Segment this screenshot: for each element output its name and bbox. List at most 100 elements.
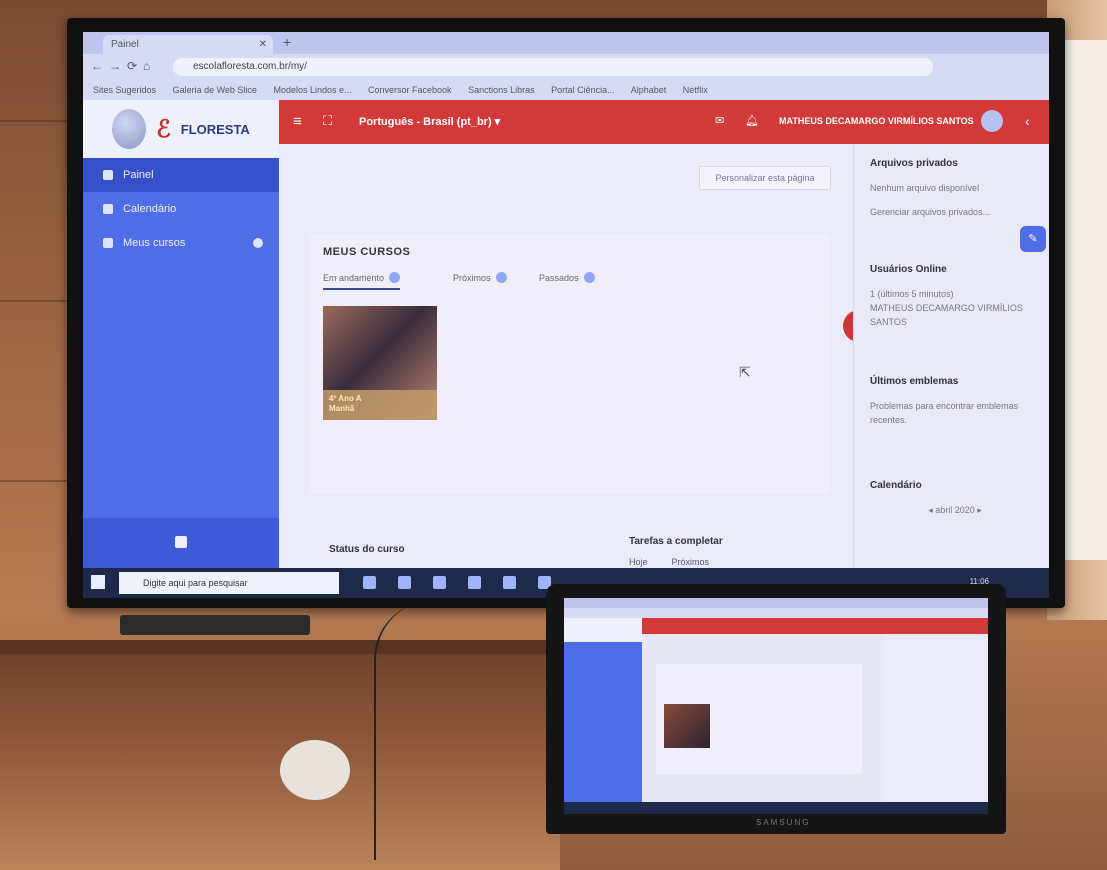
sidebar-item-label: Painel xyxy=(123,169,154,181)
tab-label: Próximos xyxy=(453,272,491,283)
sidebar: ℰ FLORESTA Painel Calendário Meus cursos xyxy=(83,100,279,568)
calendar-month-nav[interactable]: ◂ abril 2020 ▸ xyxy=(870,503,1040,517)
task-view-icon[interactable] xyxy=(363,576,376,589)
nav-buttons-icon[interactable]: ←→⟳⌂ xyxy=(91,59,156,73)
tasks-title: Tarefas a completar xyxy=(629,536,723,547)
bookmark-item[interactable]: Conversor Facebook xyxy=(368,85,452,95)
tab-title: Painel xyxy=(111,39,139,50)
tab-hoje[interactable]: Hoje xyxy=(629,557,648,567)
tab-proximos[interactable]: Próximos xyxy=(453,272,507,283)
menu-icon[interactable]: ≡ xyxy=(293,113,302,130)
messages-icon[interactable]: ✉ xyxy=(715,114,724,127)
top-navbar: ≡ ⛶ Português - Brasil (pt_br) ▾ ✉ 🔔︎ MA… xyxy=(279,100,1049,144)
sidebar-item-calendario[interactable]: Calendário xyxy=(83,192,279,226)
url-field[interactable]: escolafloresta.com.br/my/ xyxy=(173,58,933,76)
hdmi-cable xyxy=(374,600,466,860)
calendar-icon xyxy=(103,204,113,214)
count-badge xyxy=(389,272,401,283)
laptop-screen xyxy=(564,598,988,814)
bookmarks-bar: Sites Sugeridos Galeria de Web Slice Mod… xyxy=(83,80,1049,100)
desk-fan xyxy=(280,740,350,800)
bookmark-item[interactable]: Portal Ciência... xyxy=(551,85,615,95)
mascot-icon xyxy=(112,109,147,149)
tab-proximos-tarefas[interactable]: Próximos xyxy=(672,557,710,567)
block-title: Arquivos privados xyxy=(870,158,958,169)
block-text: 1 (últimos 5 minutos) xyxy=(870,289,954,299)
dock-icon[interactable] xyxy=(175,536,187,548)
block-text: Nenhum arquivo disponível xyxy=(870,183,980,193)
mouse-cursor-icon: ⇱ xyxy=(739,364,751,380)
bookmark-item[interactable]: Galeria de Web Slice xyxy=(173,85,257,95)
customize-page-button[interactable]: Personalizar esta página xyxy=(699,166,831,190)
bookmark-item[interactable]: Sites Sugeridos xyxy=(93,85,156,95)
laptop-logo xyxy=(564,618,642,642)
course-card[interactable]: 4º Ano A Manhã xyxy=(323,306,437,420)
logo-text: FLORESTA xyxy=(180,121,250,137)
sidebar-item-painel[interactable]: Painel xyxy=(83,158,279,192)
count-badge xyxy=(583,272,595,283)
edge-icon[interactable] xyxy=(398,576,411,589)
browser-tab[interactable]: Painel ✕ xyxy=(103,35,273,54)
manage-files-link[interactable]: Gerenciar arquivos privados... xyxy=(870,205,990,219)
new-tab-icon[interactable]: + xyxy=(283,34,291,50)
browser-tab-bar: Painel ✕ + xyxy=(83,32,1049,54)
laptop-address-bar xyxy=(564,608,988,618)
bookmark-item[interactable]: Netflix xyxy=(683,85,708,95)
taskbar-search-input[interactable]: Digite aqui para pesquisar xyxy=(119,572,339,594)
block-text: Problemas para encontrar emblemas recent… xyxy=(870,401,1019,425)
section-title: MEUS CURSOS xyxy=(323,246,411,258)
latest-badges-block: Últimos emblemas Problemas para encontra… xyxy=(870,376,1040,427)
tab-em-andamento[interactable]: Em andamento xyxy=(323,272,401,290)
user-name[interactable]: MATHEUS DECAMARGO VIRMÍLIOS SANTOS xyxy=(779,116,974,126)
store-icon[interactable] xyxy=(468,576,481,589)
count-badge xyxy=(495,272,507,283)
fullscreen-icon[interactable]: ⛶ xyxy=(323,113,332,129)
main-content: Personalizar esta página MEUS CURSOS Em … xyxy=(279,144,853,568)
bookmark-item[interactable]: Alphabet xyxy=(631,85,667,95)
chat-icon[interactable]: ✎ xyxy=(1020,226,1046,252)
windows-start-icon[interactable] xyxy=(91,575,105,589)
language-menu[interactable]: Português - Brasil (pt_br) ▾ xyxy=(359,115,500,128)
chrome-icon[interactable] xyxy=(503,576,516,589)
block-title: Usuários Online xyxy=(870,264,947,275)
laptop-right-panel xyxy=(884,634,988,804)
course-status-title: Status do curso xyxy=(329,544,405,555)
online-user-link[interactable]: MATHEUS DECAMARGO VIRMÍLIOS SANTOS xyxy=(870,301,1040,329)
tv-remote xyxy=(120,615,310,635)
bookmark-item[interactable]: Modelos Lindos e... xyxy=(273,85,351,95)
private-files-block: Arquivos privados Nenhum arquivo disponí… xyxy=(870,158,990,219)
taskbar-app-icons xyxy=(363,576,551,589)
dashboard-icon xyxy=(103,170,113,180)
chevron-left-icon[interactable]: ‹ xyxy=(1025,113,1030,129)
laptop-course-thumbnail xyxy=(664,704,710,748)
bookmark-item[interactable]: Sanctions Libras xyxy=(468,85,535,95)
file-explorer-icon[interactable] xyxy=(433,576,446,589)
laptop: SAMSUNG xyxy=(546,584,1006,834)
course-tabs: Em andamento Próximos Passados xyxy=(323,272,823,296)
expand-icon[interactable] xyxy=(253,238,263,248)
logo-mark-icon: ℰ xyxy=(156,115,171,143)
close-icon[interactable]: ✕ xyxy=(259,35,267,54)
bell-icon[interactable]: 🔔︎ xyxy=(745,114,759,127)
school-logo[interactable]: ℰ FLORESTA xyxy=(83,100,279,158)
laptop-sidebar xyxy=(564,618,642,814)
tab-label: Em andamento xyxy=(323,272,385,283)
tab-passados[interactable]: Passados xyxy=(539,272,595,283)
sidebar-item-label: Calendário xyxy=(123,203,177,215)
shelf-top xyxy=(0,640,560,654)
block-title: Calendário xyxy=(870,480,922,491)
tv-monitor: Painel ✕ + ←→⟳⌂ escolafloresta.com.br/my… xyxy=(67,18,1065,608)
calendar-block: Calendário ◂ abril 2020 ▸ xyxy=(870,480,1040,517)
tab-label: Passados xyxy=(539,272,579,283)
avatar[interactable] xyxy=(981,110,1003,132)
laptop-brand: SAMSUNG xyxy=(756,818,811,827)
sidebar-item-meus-cursos[interactable]: Meus cursos xyxy=(83,226,279,260)
course-name: 4º Ano A Manhã xyxy=(329,394,362,413)
sidebar-footer xyxy=(83,518,279,568)
moodle-page: ℰ FLORESTA Painel Calendário Meus cursos xyxy=(83,100,1049,568)
sidebar-item-label: Meus cursos xyxy=(123,237,186,249)
laptop-topbar xyxy=(642,618,988,634)
tv-screen: Painel ✕ + ←→⟳⌂ escolafloresta.com.br/my… xyxy=(83,32,1049,598)
address-bar: ←→⟳⌂ escolafloresta.com.br/my/ xyxy=(83,54,1049,80)
block-title: Últimos emblemas xyxy=(870,376,959,387)
